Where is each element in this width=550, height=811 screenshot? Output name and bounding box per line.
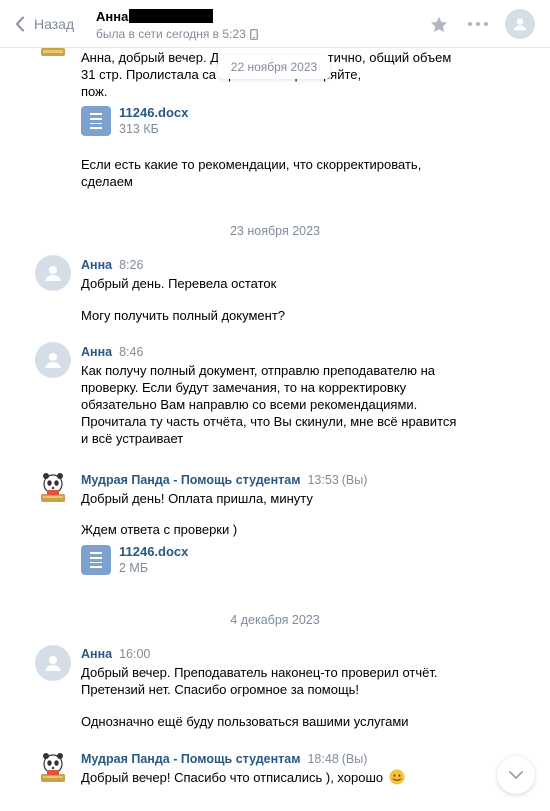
message-feed: Анна, добрый вечер. Да, в нерерывн части…: [0, 0, 550, 811]
chevron-left-icon: [10, 12, 30, 36]
message-header: Анна 8:46: [81, 345, 143, 359]
document-name[interactable]: 11246.docx: [119, 104, 188, 121]
back-button[interactable]: Назад: [10, 12, 74, 36]
sender-name[interactable]: Мудрая Панда - Помощь студентам: [81, 473, 300, 487]
chat-header: Назад Анна была в сети сегодня в 5:23: [0, 0, 550, 48]
back-label[interactable]: Назад: [34, 16, 74, 32]
message-line: обязательно Вам направлю со всеми рекоме…: [81, 397, 418, 412]
message-time[interactable]: 8:46: [119, 345, 143, 359]
mobile-phone-icon: [249, 28, 258, 40]
scroll-down-button[interactable]: [497, 756, 535, 794]
own-message-marker: (Вы): [341, 752, 368, 766]
day-separator: 4 декабря 2023: [230, 613, 320, 627]
document-icon: [81, 106, 111, 136]
document-name[interactable]: 11246.docx: [119, 543, 188, 560]
smile-emoji-icon: [389, 769, 405, 785]
message-header: Мудрая Панда - Помощь студентам 13:53 (В…: [81, 473, 367, 487]
document-attachment[interactable]: 11246.docx 2 МБ: [81, 543, 188, 576]
avatar[interactable]: [35, 645, 71, 681]
document-size: 2 МБ: [119, 561, 149, 575]
document-attachment[interactable]: 11246.docx 313 КБ: [81, 104, 188, 137]
message-line: Могу получить полный документ?: [81, 308, 286, 323]
message-header: Мудрая Панда - Помощь студентам 18:48 (В…: [81, 752, 367, 766]
message-header: Анна 8:26: [81, 258, 143, 272]
message-line: Претензий нет. Спасибо огромное за помощ…: [81, 682, 360, 697]
more-horizontal-icon[interactable]: [467, 14, 489, 34]
document-icon: [81, 545, 111, 575]
own-message-marker: (Вы): [341, 473, 368, 487]
message-line: сделаем: [81, 174, 133, 189]
panda-avatar-partial: [40, 48, 66, 58]
message-time[interactable]: 13:53: [307, 473, 338, 487]
panda-avatar[interactable]: [35, 748, 71, 784]
message-time[interactable]: 18:48: [307, 752, 338, 766]
message-line: Как получу полный документ, отправлю пре…: [81, 363, 436, 378]
message-line: Однозначно ещё буду пользоваться вашими …: [81, 714, 409, 729]
user-placeholder-icon: [45, 266, 61, 281]
sender-name[interactable]: Анна: [81, 345, 112, 359]
chevron-down-icon: [509, 771, 523, 779]
sender-name[interactable]: Анна: [81, 647, 112, 661]
user-placeholder-icon: [513, 18, 527, 31]
day-separator: 23 ноября 2023: [229, 224, 321, 238]
message-header: Анна 16:00: [81, 647, 150, 661]
avatar[interactable]: [35, 342, 71, 378]
redacted-surname: [129, 9, 214, 23]
contact-info[interactable]: Анна была в сети сегодня в 5:23: [96, 8, 258, 42]
panda-icon: [41, 753, 65, 782]
message-time[interactable]: 16:00: [119, 647, 150, 661]
sender-name[interactable]: Мудрая Панда - Помощь студентам: [81, 752, 300, 766]
user-placeholder-icon: [45, 353, 61, 368]
last-seen-text: была в сети сегодня в 5:23: [96, 27, 246, 41]
message-line: Добрый вечер! Спасибо что отписались ), …: [81, 769, 405, 787]
user-placeholder-icon: [45, 656, 61, 671]
panda-icon: [41, 473, 65, 502]
contact-status: была в сети сегодня в 5:23: [96, 26, 258, 42]
message-line: и всё устраивает: [81, 431, 184, 446]
message-text: Добрый вечер! Спасибо что отписались ), …: [81, 770, 384, 785]
message-line: Если есть какие то рекомендации, что ско…: [81, 157, 422, 172]
message-line: пож.: [81, 84, 108, 99]
message-line: Ждем ответа с проверки ): [81, 522, 238, 537]
message-line: Добрый день! Оплата пришла, минуту: [81, 491, 313, 506]
sender-name[interactable]: Анна: [81, 258, 112, 272]
document-size: 313 КБ: [119, 122, 159, 136]
contact-name[interactable]: Анна: [96, 9, 128, 24]
contact-avatar[interactable]: [505, 9, 535, 39]
message-line: проверку. Если будут замечания, то на ко…: [81, 380, 407, 395]
message-line: Добрый вечер. Преподаватель наконец-то п…: [81, 665, 438, 680]
floating-date-badge: 22 ноября 2023: [218, 55, 330, 79]
message-line: Добрый день. Перевела остаток: [81, 276, 277, 291]
star-icon[interactable]: [429, 14, 449, 34]
message-line: Прочитала ту часть отчёта, что Вы скинул…: [81, 414, 457, 429]
avatar[interactable]: [35, 255, 71, 291]
message-time[interactable]: 8:26: [119, 258, 143, 272]
panda-avatar[interactable]: [35, 468, 71, 504]
